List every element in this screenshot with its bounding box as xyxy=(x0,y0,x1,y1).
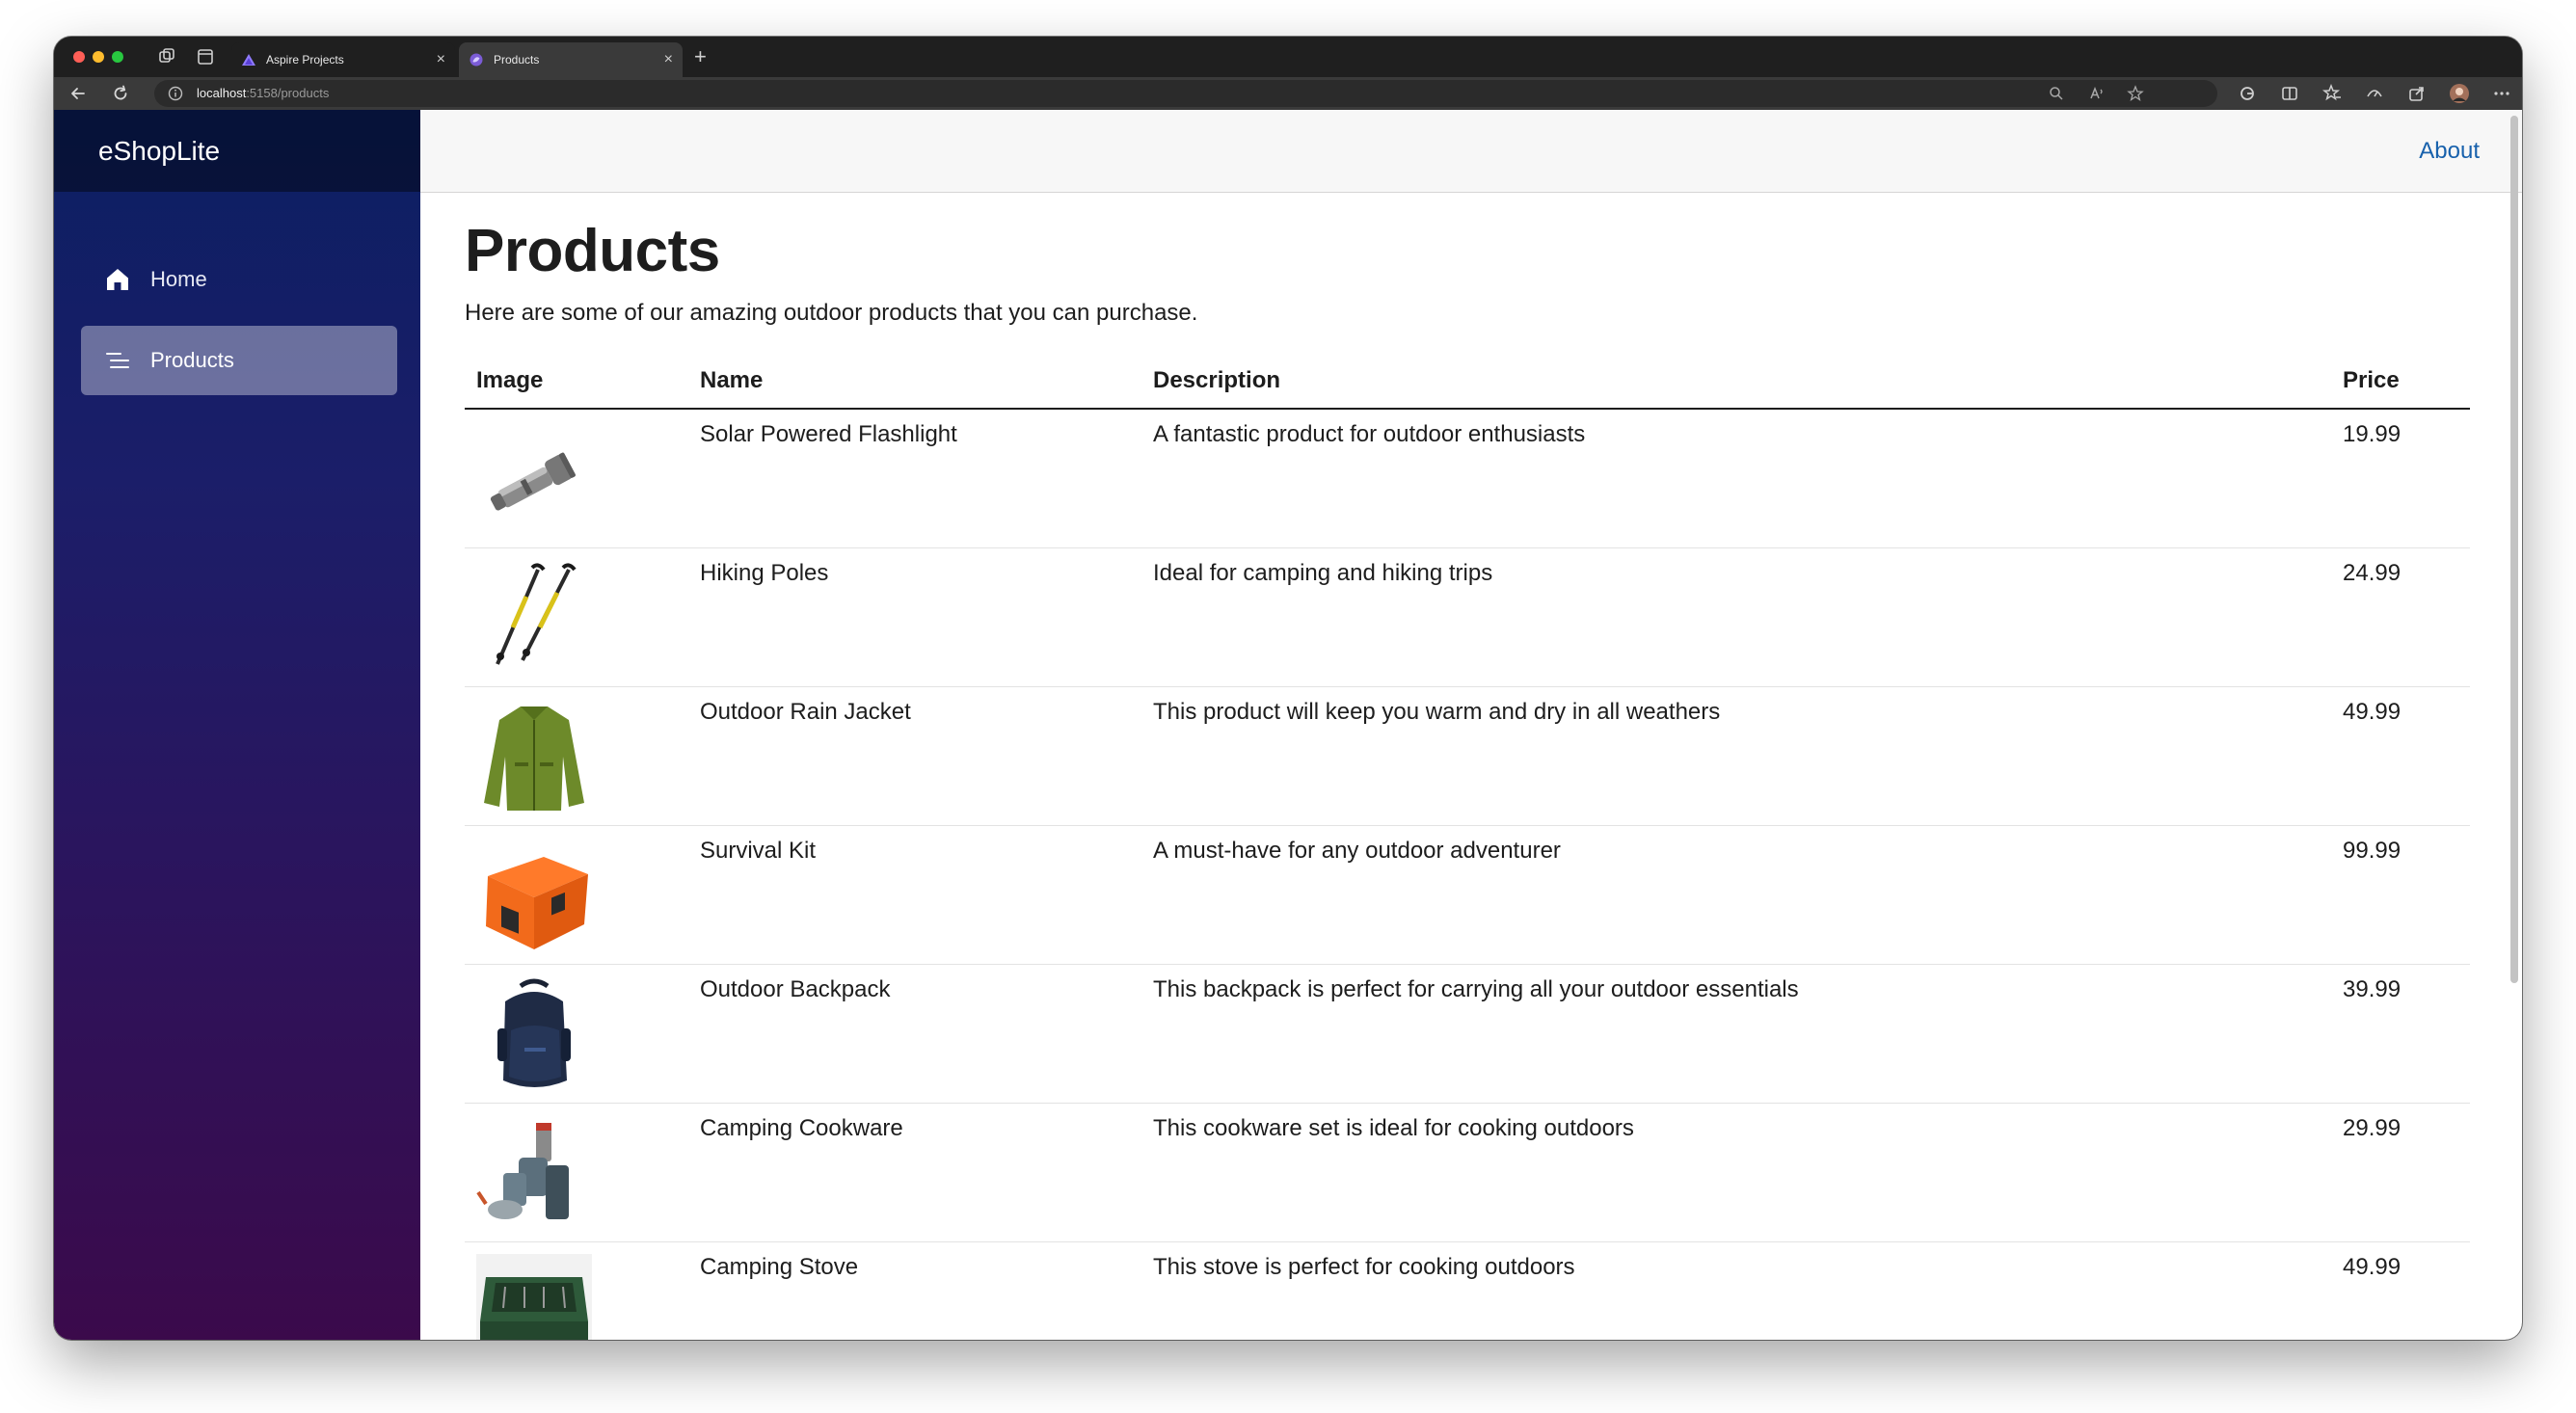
table-row: Outdoor Rain Jacket This product will ke… xyxy=(465,686,2470,826)
close-tab-icon[interactable]: × xyxy=(437,42,445,77)
favorite-star-icon[interactable] xyxy=(2127,85,2144,102)
back-arrow-icon[interactable] xyxy=(67,83,89,104)
product-image-cell xyxy=(465,964,688,1104)
tab-aspire-projects[interactable]: Aspire Projects × xyxy=(231,42,455,77)
stove-image xyxy=(476,1253,592,1340)
product-name: Outdoor Rain Jacket xyxy=(688,686,1141,826)
product-price: 19.99 xyxy=(2331,409,2470,548)
sidebar-item-label: Home xyxy=(150,267,207,291)
more-options-icon[interactable] xyxy=(2491,83,2512,104)
brand-title[interactable]: eShopLite xyxy=(98,110,220,192)
hiking-poles-image xyxy=(496,562,577,665)
page-intro: Here are some of our amazing outdoor pro… xyxy=(465,300,1198,326)
product-description: This product will keep you warm and dry … xyxy=(1141,686,2331,826)
product-name: Camping Stove xyxy=(688,1241,1141,1340)
top-row: About xyxy=(420,110,2522,193)
home-icon xyxy=(107,269,128,290)
product-price: 99.99 xyxy=(2331,825,2470,965)
product-price: 39.99 xyxy=(2331,964,2470,1104)
product-image-cell xyxy=(465,547,688,687)
brand-bar: eShopLite xyxy=(54,110,420,192)
tab-products[interactable]: Products × xyxy=(459,42,683,77)
backpack-image xyxy=(497,978,571,1087)
zoom-icon[interactable] xyxy=(2048,85,2065,102)
table-row: Survival Kit A must-have for any outdoor… xyxy=(465,825,2470,965)
url-host: localhost xyxy=(197,86,247,100)
product-description: This stove is perfect for cooking outdoo… xyxy=(1141,1241,2331,1340)
product-image-cell xyxy=(465,1103,688,1242)
product-description: This backpack is perfect for carrying al… xyxy=(1141,964,2331,1104)
vertical-tabs-icon[interactable] xyxy=(195,46,216,67)
product-name: Hiking Poles xyxy=(688,547,1141,687)
address-bar[interactable]: localhost:5158/products xyxy=(154,80,2217,107)
profile-avatar-icon[interactable] xyxy=(2449,83,2470,104)
product-price: 49.99 xyxy=(2331,1241,2470,1340)
product-description: A must-have for any outdoor adventurer xyxy=(1141,825,2331,965)
product-name: Outdoor Backpack xyxy=(688,964,1141,1104)
product-image-cell xyxy=(465,825,688,965)
column-header-description: Description xyxy=(1141,354,2331,410)
close-tab-icon[interactable]: × xyxy=(664,42,673,77)
tab-title: Aspire Projects xyxy=(266,53,344,67)
page-scrollbar[interactable] xyxy=(2510,116,2518,983)
site-info-icon[interactable] xyxy=(168,86,183,101)
extension-g-icon[interactable] xyxy=(2237,83,2258,104)
list-icon xyxy=(106,353,129,368)
column-header-name: Name xyxy=(688,354,1141,410)
workspaces-icon[interactable] xyxy=(156,46,177,67)
url-text: localhost:5158/products xyxy=(197,80,329,107)
url-path: :5158/products xyxy=(246,86,330,100)
product-price: 29.99 xyxy=(2331,1103,2470,1242)
tab-title: Products xyxy=(494,53,540,67)
sidebar: eShopLite Home Products xyxy=(54,110,420,1340)
column-header-price: Price xyxy=(2331,354,2470,410)
cookware-image xyxy=(476,1122,569,1219)
minimize-window-button[interactable] xyxy=(93,51,104,63)
survival-kit-image xyxy=(486,856,588,949)
share-icon[interactable] xyxy=(2406,83,2428,104)
product-price: 24.99 xyxy=(2331,547,2470,687)
read-aloud-icon[interactable] xyxy=(2088,85,2106,102)
product-name: Solar Powered Flashlight xyxy=(688,409,1141,548)
reload-icon[interactable] xyxy=(110,83,131,104)
table-row: Camping Cookware This cookware set is id… xyxy=(465,1103,2470,1242)
close-window-button[interactable] xyxy=(73,51,85,63)
table-row: Hiking Poles Ideal for camping and hikin… xyxy=(465,547,2470,687)
table-row: Solar Powered Flashlight A fantastic pro… xyxy=(465,409,2470,548)
web-page: eShopLite Home Products About Products H… xyxy=(54,110,2522,1340)
browser-window: Aspire Projects × Products × + localhost… xyxy=(54,37,2522,1340)
column-header-image: Image xyxy=(465,354,688,410)
table-row: Outdoor Backpack This backpack is perfec… xyxy=(465,964,2470,1104)
zoom-window-button[interactable] xyxy=(112,51,123,63)
sidebar-item-products[interactable]: Products xyxy=(81,326,397,395)
about-link[interactable]: About xyxy=(2419,110,2480,192)
sidebar-item-label: Products xyxy=(150,348,234,372)
product-description: This cookware set is ideal for cooking o… xyxy=(1141,1103,2331,1242)
new-tab-button[interactable]: + xyxy=(694,44,707,69)
product-image-cell xyxy=(465,1241,688,1340)
rain-jacket-image xyxy=(484,706,584,811)
product-description: Ideal for camping and hiking trips xyxy=(1141,547,2331,687)
performance-icon[interactable] xyxy=(2364,83,2385,104)
product-name: Camping Cookware xyxy=(688,1103,1141,1242)
page-title: Products xyxy=(465,218,720,284)
table-header-row: Image Name Description Price xyxy=(465,354,2470,410)
flashlight-image xyxy=(490,452,576,511)
tab-strip: Aspire Projects × Products × + xyxy=(54,37,2522,77)
product-image-cell xyxy=(465,409,688,548)
browser-toolbar: localhost:5158/products xyxy=(54,77,2522,110)
product-name: Survival Kit xyxy=(688,825,1141,965)
product-description: A fantastic product for outdoor enthusia… xyxy=(1141,409,2331,548)
favorites-icon[interactable] xyxy=(2321,83,2343,104)
products-table: Image Name Description Price Solar Power… xyxy=(465,354,2470,1340)
table-row: Camping Stove This stove is perfect for … xyxy=(465,1241,2470,1340)
sidebar-item-home[interactable]: Home xyxy=(81,245,397,314)
product-price: 49.99 xyxy=(2331,686,2470,826)
split-screen-icon[interactable] xyxy=(2279,83,2300,104)
blazor-icon xyxy=(470,53,483,67)
aspire-triangle-icon xyxy=(242,54,255,66)
product-image-cell xyxy=(465,686,688,826)
